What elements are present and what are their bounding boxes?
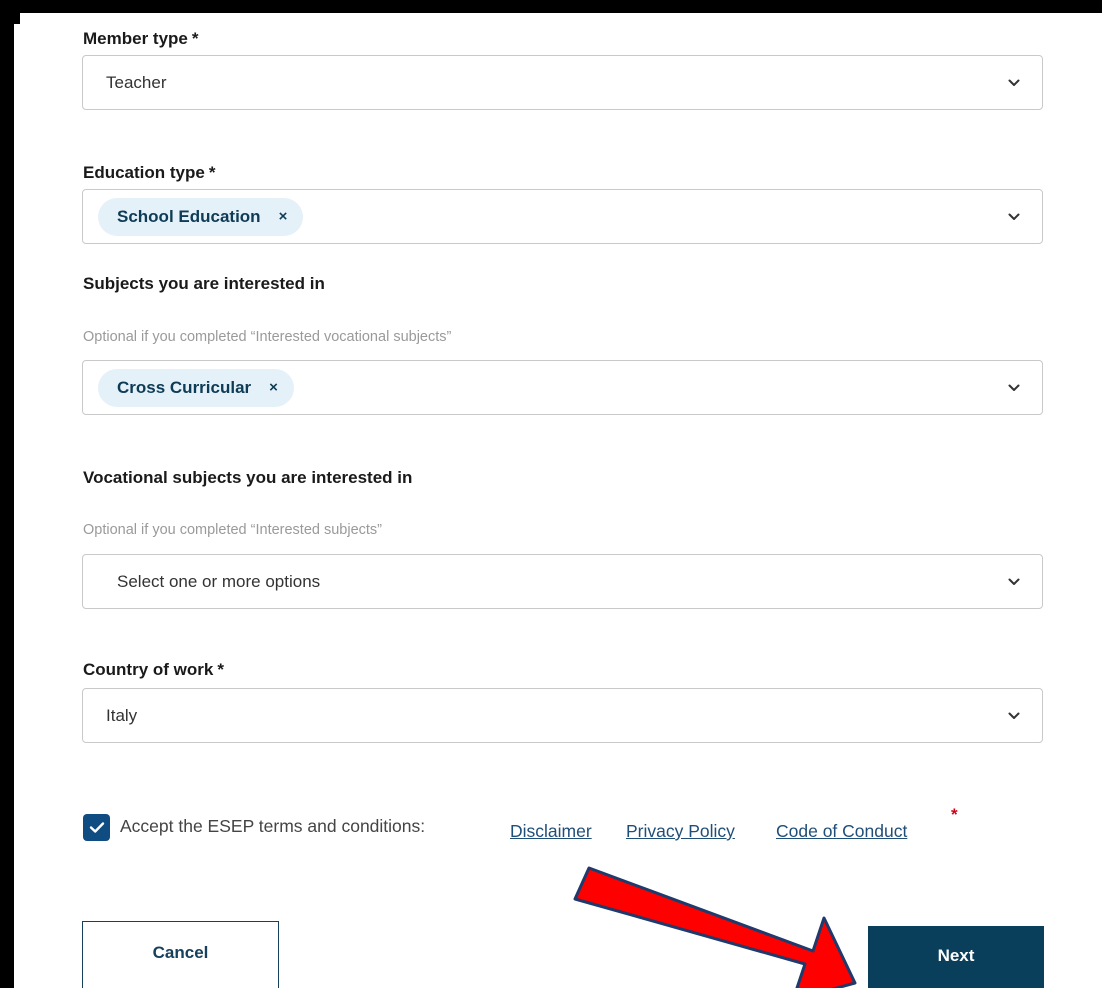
subjects-helper-text: Optional if you completed “Interested vo…	[83, 329, 452, 345]
member-type-select[interactable]: Teacher	[82, 55, 1043, 110]
education-type-chip: School Education ×	[98, 197, 304, 236]
registration-form-screenshot: Member type * Teacher Education type * Sch…	[0, 0, 1102, 988]
vocational-subjects-label-text: Vocational subjects you are interested i…	[83, 468, 413, 487]
chevron-down-icon	[1008, 213, 1020, 220]
vocational-subjects-placeholder: Select one or more options	[117, 571, 321, 591]
code-of-conduct-link[interactable]: Code of Conduct	[776, 821, 907, 842]
chevron-down-icon	[1008, 384, 1020, 391]
frame-border-left	[0, 0, 14, 988]
vocational-subjects-select[interactable]: Select one or more options	[82, 554, 1043, 609]
chip-label: School Education	[117, 206, 261, 226]
frame-border-corner	[0, 0, 20, 24]
privacy-policy-link[interactable]: Privacy Policy	[626, 821, 735, 842]
chip-remove-icon[interactable]: ×	[269, 379, 278, 396]
chevron-down-icon	[1008, 79, 1020, 86]
next-button[interactable]: Next	[868, 926, 1044, 988]
education-type-label-text: Education type	[83, 163, 205, 182]
terms-checkbox[interactable]	[83, 814, 110, 841]
required-mark: *	[191, 29, 199, 48]
terms-text: Accept the ESEP terms and conditions:	[120, 816, 426, 836]
subjects-label: Subjects you are interested in	[83, 274, 325, 294]
subjects-select[interactable]: Cross Curricular ×	[82, 360, 1043, 415]
member-type-label: Member type *	[83, 29, 199, 49]
chip-remove-icon[interactable]: ×	[279, 208, 288, 225]
education-type-select[interactable]: School Education ×	[82, 189, 1043, 244]
country-label-text: Country of work	[83, 660, 214, 679]
country-label: Country of work *	[83, 660, 224, 680]
education-type-label: Education type *	[83, 163, 215, 183]
checkmark-icon	[89, 822, 104, 833]
disclaimer-link[interactable]: Disclaimer	[510, 821, 592, 842]
country-select[interactable]: Italy	[82, 688, 1043, 743]
required-mark: *	[208, 163, 216, 182]
required-mark: *	[217, 660, 224, 679]
vocational-subjects-helper-text: Optional if you completed “Interested su…	[83, 522, 383, 538]
cancel-button[interactable]: Cancel	[82, 921, 279, 988]
terms-required-mark: *	[951, 805, 958, 824]
chip-label: Cross Curricular	[117, 377, 252, 397]
chevron-down-icon	[1008, 578, 1020, 585]
chevron-down-icon	[1008, 712, 1020, 719]
subjects-label-text: Subjects you are interested in	[83, 274, 325, 293]
member-type-label-text: Member type	[83, 29, 188, 48]
member-type-value: Teacher	[106, 72, 167, 92]
frame-border-top	[0, 0, 1102, 13]
vocational-subjects-label: Vocational subjects you are interested i…	[83, 468, 412, 488]
country-value: Italy	[106, 705, 138, 725]
subjects-chip: Cross Curricular ×	[98, 368, 294, 407]
